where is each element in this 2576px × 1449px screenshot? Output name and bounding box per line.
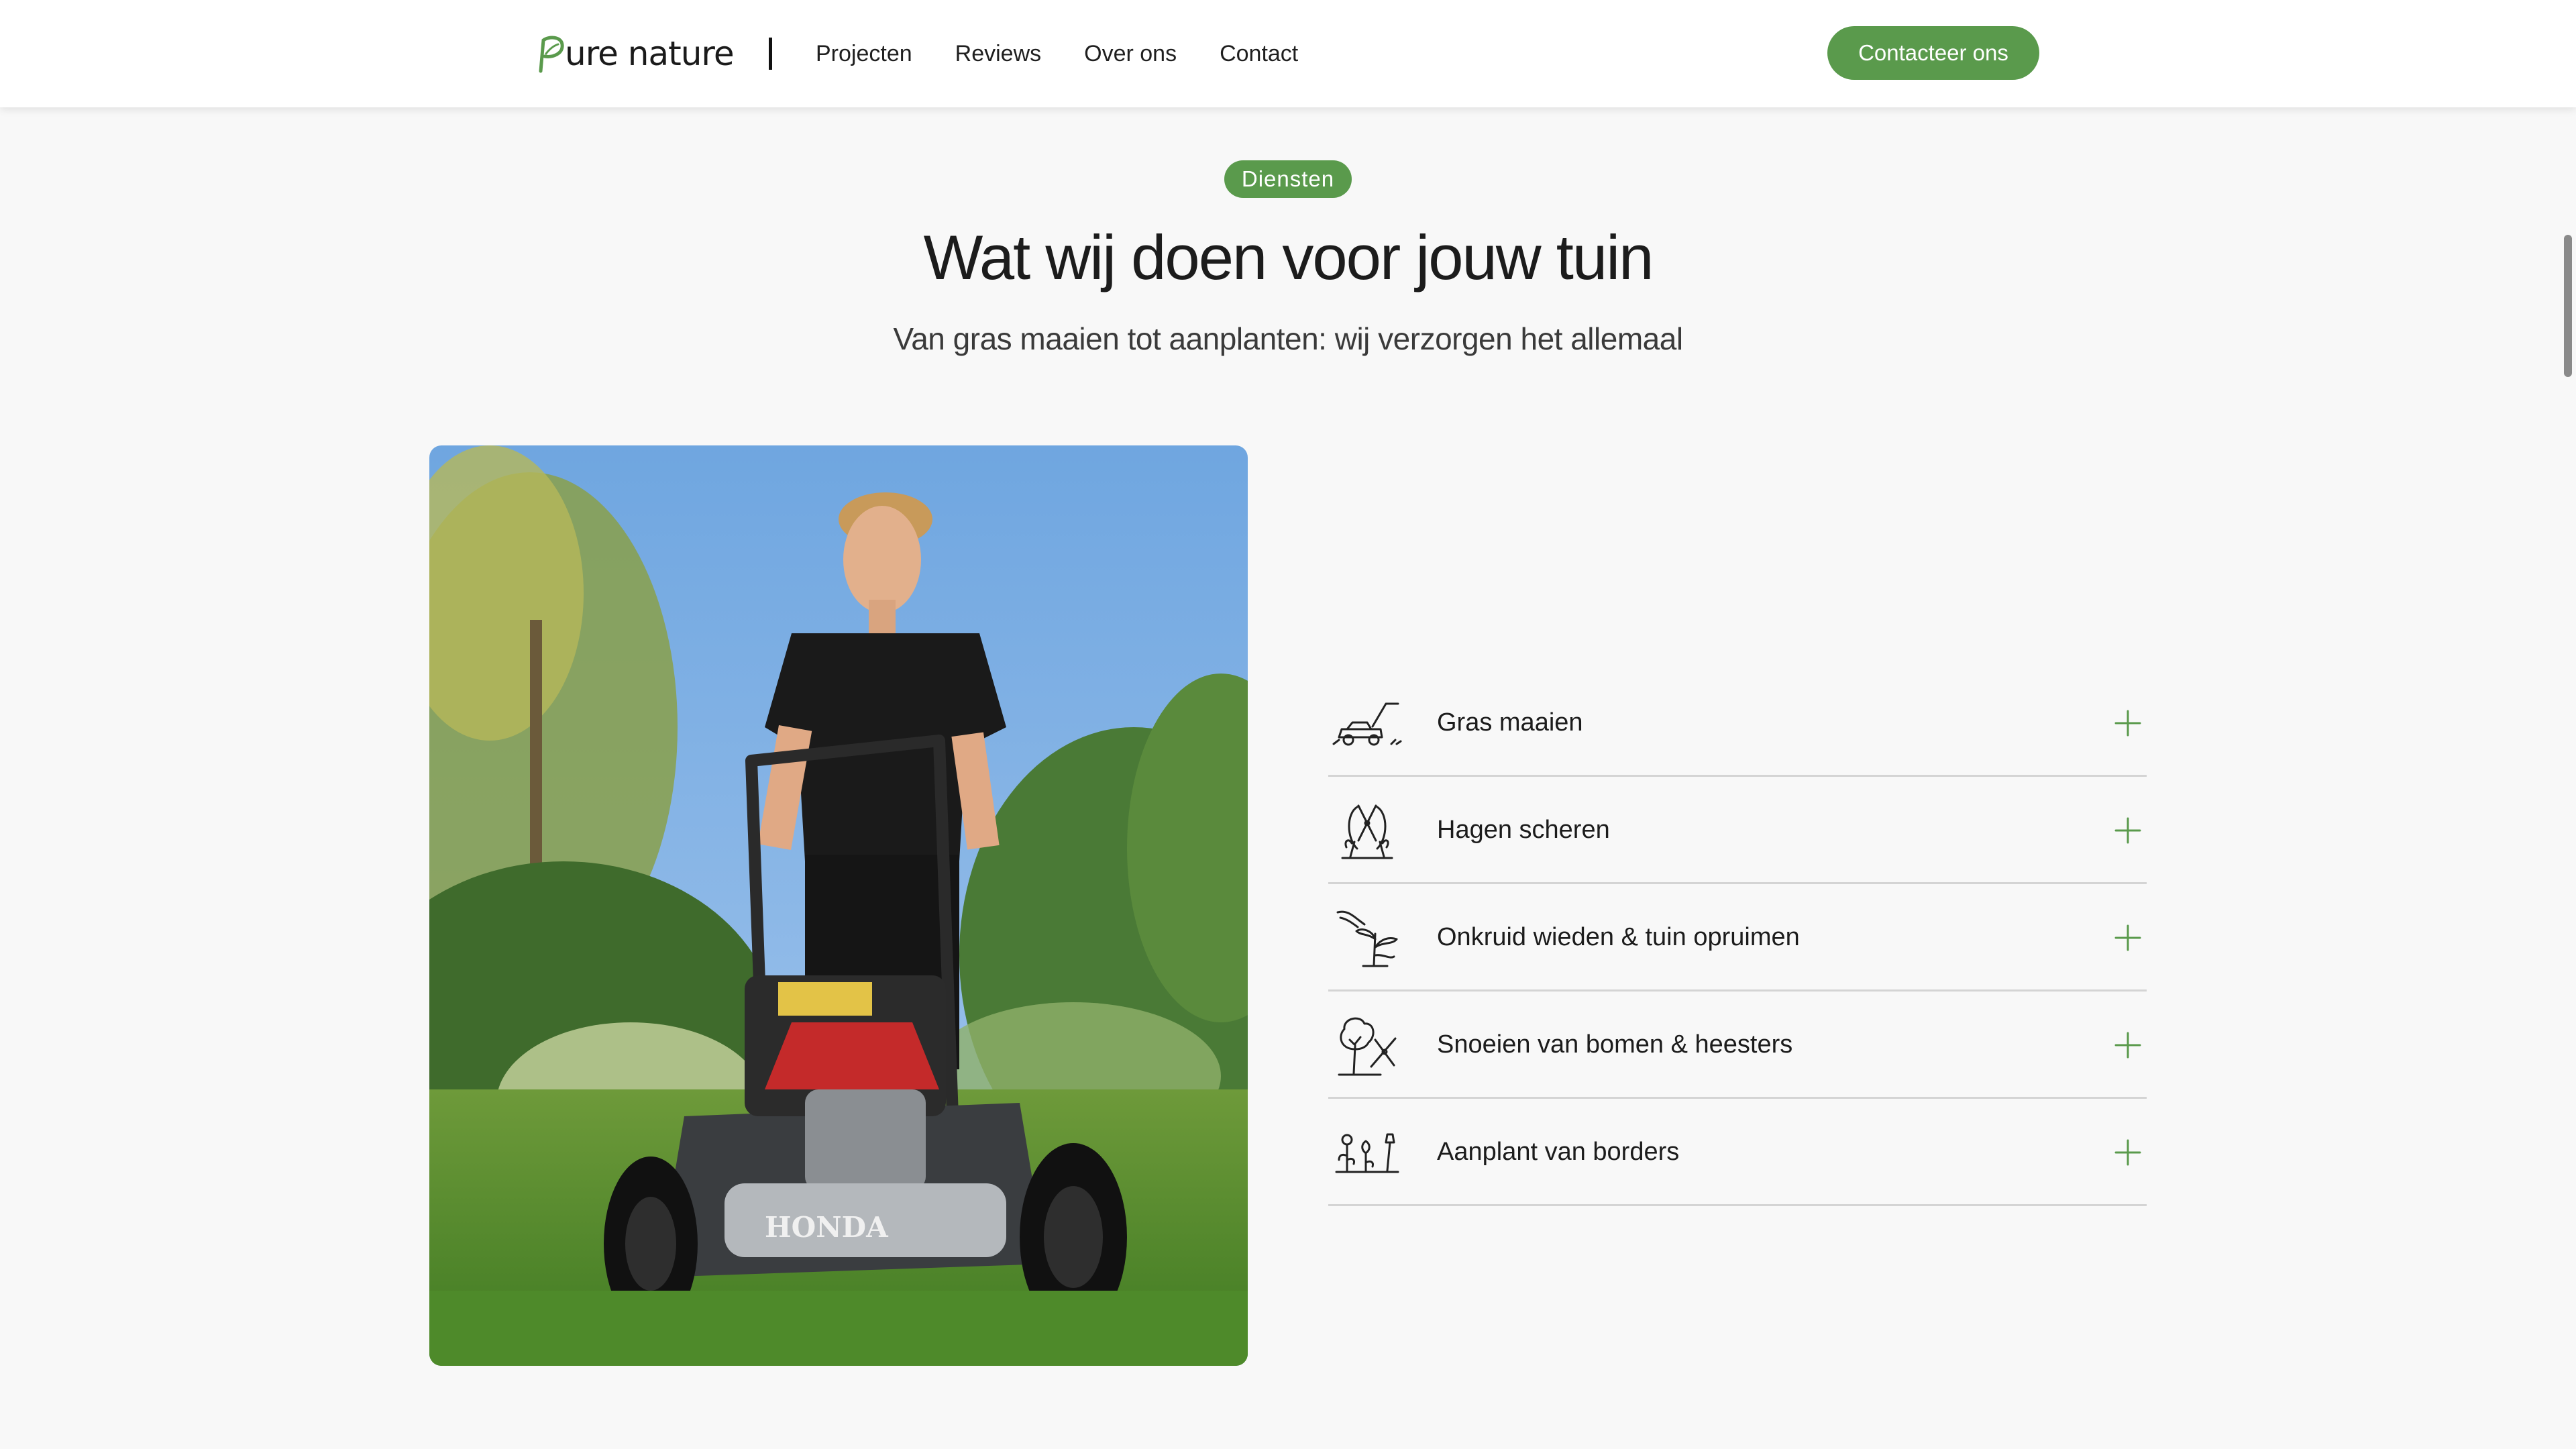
nav-over-ons[interactable]: Over ons [1084,35,1177,72]
plus-icon[interactable] [2113,708,2143,738]
photo-illustration: HONDA [429,445,1248,1366]
plus-icon[interactable] [2113,1030,2143,1060]
logo-divider [769,38,772,70]
plus-icon[interactable] [2113,816,2143,845]
lawn-mower-icon [1332,688,1402,758]
service-label: Gras maaien [1437,708,1583,737]
services-accordion: Gras maaien Hagen scheren Onkruid wieden… [1328,671,2147,1206]
service-item-gras-maaien[interactable]: Gras maaien [1328,671,2147,777]
plus-icon[interactable] [2113,923,2143,953]
service-label: Snoeien van bomen & heesters [1437,1030,1793,1059]
section-badge: Diensten [1224,160,1352,198]
weeding-icon [1332,903,1402,973]
service-item-hagen-scheren[interactable]: Hagen scheren [1328,778,2147,884]
site-header: ure nature Projecten Reviews Over ons Co… [0,0,2576,107]
main-nav: Projecten Reviews Over ons Contact [816,35,1341,72]
nav-projecten[interactable]: Projecten [816,35,912,72]
logo[interactable]: ure nature [534,30,735,78]
hedge-shears-icon [1332,796,1402,865]
section-title: Wat wij doen voor jouw tuin [923,222,1654,292]
service-label: Onkruid wieden & tuin opruimen [1437,923,1800,951]
nav-contact[interactable]: Contact [1220,35,1298,72]
service-item-snoeien[interactable]: Snoeien van bomen & heesters [1328,993,2147,1099]
svg-text:HONDA: HONDA [765,1211,889,1244]
nav-reviews[interactable]: Reviews [955,35,1041,72]
planting-icon [1332,1118,1402,1187]
service-item-onkruid-wieden[interactable]: Onkruid wieden & tuin opruimen [1328,885,2147,991]
plus-icon[interactable] [2113,1138,2143,1167]
leaf-logo-icon [539,36,564,73]
tree-pruning-icon [1332,1010,1402,1080]
logo-text: ure nature [565,34,735,73]
service-item-aanplant[interactable]: Aanplant van borders [1328,1100,2147,1206]
service-label: Hagen scheren [1437,816,1610,844]
section-subtitle: Van gras maaien tot aanplanten: wij verz… [893,321,1683,356]
contact-button[interactable]: Contacteer ons [1827,26,2039,80]
service-label: Aanplant van borders [1437,1138,1680,1166]
lawn-mowing-photo: HONDA [429,445,1248,1366]
